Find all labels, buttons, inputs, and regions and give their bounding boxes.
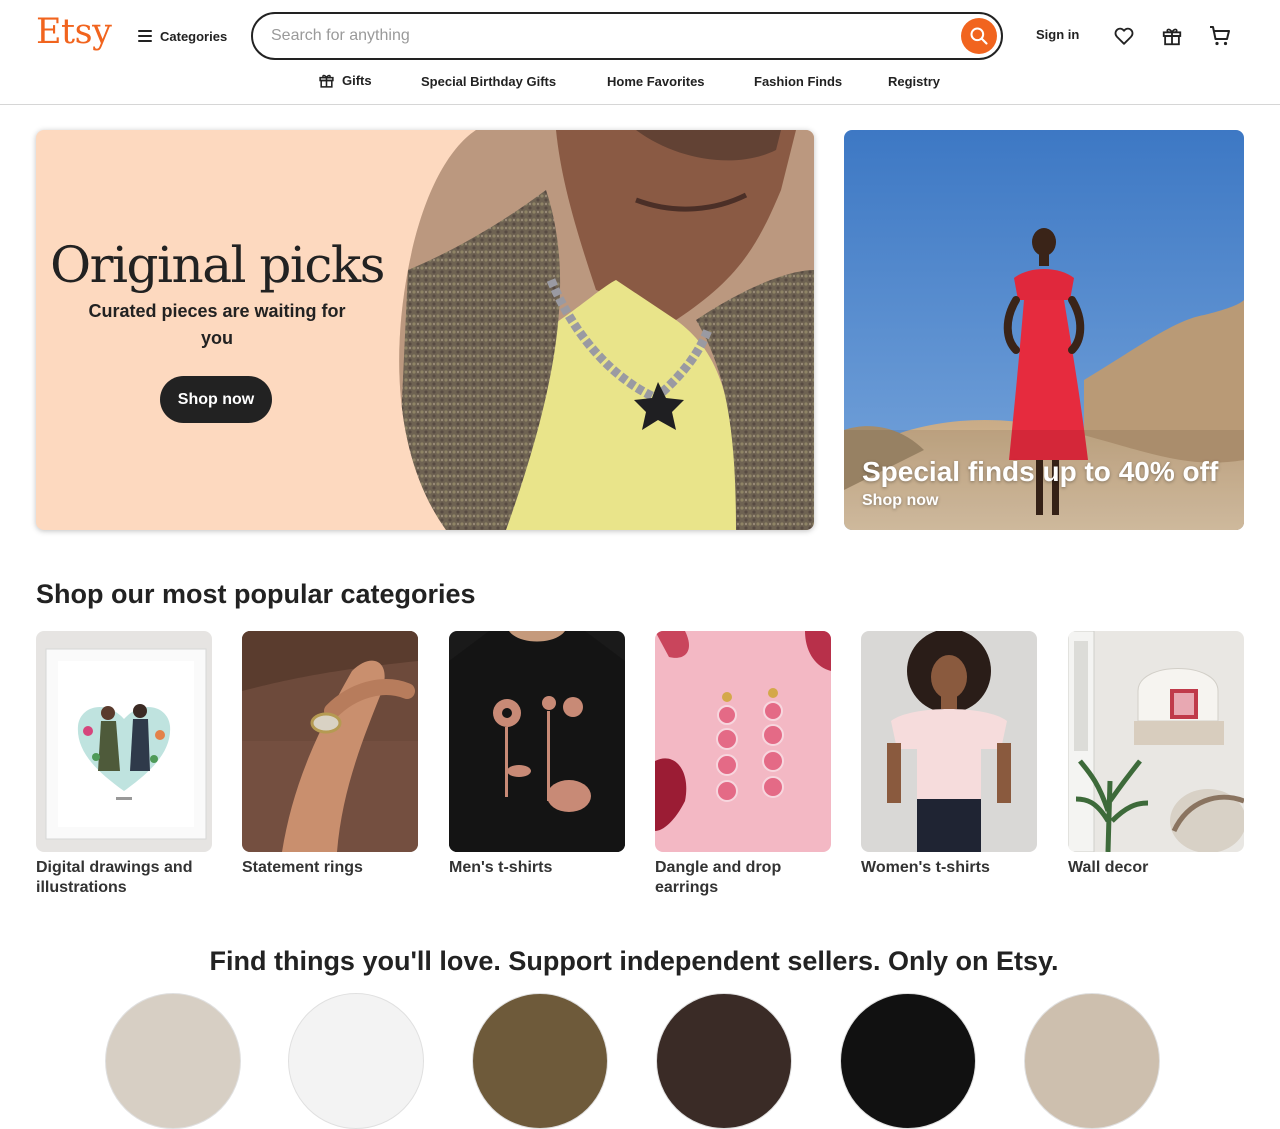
menu-icon <box>138 30 152 42</box>
favorites-button[interactable] <box>1112 24 1136 48</box>
category-image <box>449 631 625 852</box>
category-label: Digital drawings and illustrations <box>36 859 193 896</box>
search-icon <box>970 27 988 45</box>
category-label: Women's t-shirts <box>861 859 990 876</box>
sign-in-link[interactable]: Sign in <box>1036 27 1079 42</box>
tagline: Find things you'll love. Support indepen… <box>209 946 1059 976</box>
category-image <box>36 631 212 852</box>
categories-section-title: Shop our most popular categories <box>36 579 476 609</box>
nav-gifts-label: Gifts <box>342 73 372 88</box>
heart-icon <box>1114 27 1134 45</box>
shop-now-button[interactable]: Shop now <box>160 376 272 423</box>
hero-banner[interactable]: Original picks Curated pieces are waitin… <box>36 130 814 530</box>
categories-label: Categories <box>160 28 228 44</box>
bubble-image[interactable] <box>840 993 976 1129</box>
cart-button[interactable] <box>1208 24 1232 48</box>
bubble-image[interactable] <box>288 993 424 1129</box>
gift-button[interactable] <box>1160 24 1184 48</box>
category-card[interactable]: Dangle and drop earrings <box>655 631 831 898</box>
bubble-image[interactable] <box>472 993 608 1129</box>
etsy-logo[interactable]: Etsy <box>36 12 112 52</box>
hero-subtitle: Curated pieces are waiting for you <box>88 301 346 348</box>
category-label: Men's t-shirts <box>449 859 553 876</box>
category-label: Dangle and drop earrings <box>655 859 782 896</box>
nav-registry[interactable]: Registry <box>888 74 940 89</box>
search-bar <box>251 12 1003 60</box>
category-image <box>1068 631 1244 852</box>
category-card[interactable]: Men's t-shirts <box>449 631 625 878</box>
hero-title: Original picks <box>50 236 385 294</box>
site-header: Etsy Categories Sign in <box>0 0 1280 105</box>
cart-icon <box>1210 26 1230 46</box>
nav-fashion-finds[interactable]: Fashion Finds <box>754 74 842 89</box>
gift-icon <box>1162 28 1182 46</box>
promo-title: Special finds up to 40% off <box>862 456 1219 487</box>
promo-shop-now-link[interactable]: Shop now <box>862 492 938 510</box>
nav-special-birthday-gifts[interactable]: Special Birthday Gifts <box>421 74 556 89</box>
sub-navigation: Gifts Special Birthday Gifts Home Favori… <box>0 72 1280 94</box>
search-button[interactable] <box>961 18 997 54</box>
category-image <box>242 631 418 852</box>
category-image <box>861 631 1037 852</box>
category-card[interactable]: Women's t-shirts <box>861 631 1037 878</box>
category-image <box>655 631 831 852</box>
bubble-image[interactable] <box>656 993 792 1129</box>
category-card[interactable]: Digital drawings and illustrations <box>36 631 212 898</box>
promo-banner[interactable]: Special finds up to 40% off Shop now <box>844 130 1244 530</box>
search-input[interactable] <box>271 22 951 50</box>
category-card[interactable]: Wall decor <box>1068 631 1244 878</box>
category-label: Wall decor <box>1068 859 1149 876</box>
categories-button[interactable]: Categories <box>138 24 227 48</box>
category-label: Statement rings <box>242 859 363 876</box>
category-card[interactable]: Statement rings <box>242 631 418 878</box>
gift-icon <box>319 74 334 88</box>
nav-gifts[interactable]: Gifts <box>318 72 372 89</box>
bubble-image[interactable] <box>1024 993 1160 1129</box>
bubble-image[interactable] <box>105 993 241 1129</box>
nav-home-favorites[interactable]: Home Favorites <box>607 74 705 89</box>
